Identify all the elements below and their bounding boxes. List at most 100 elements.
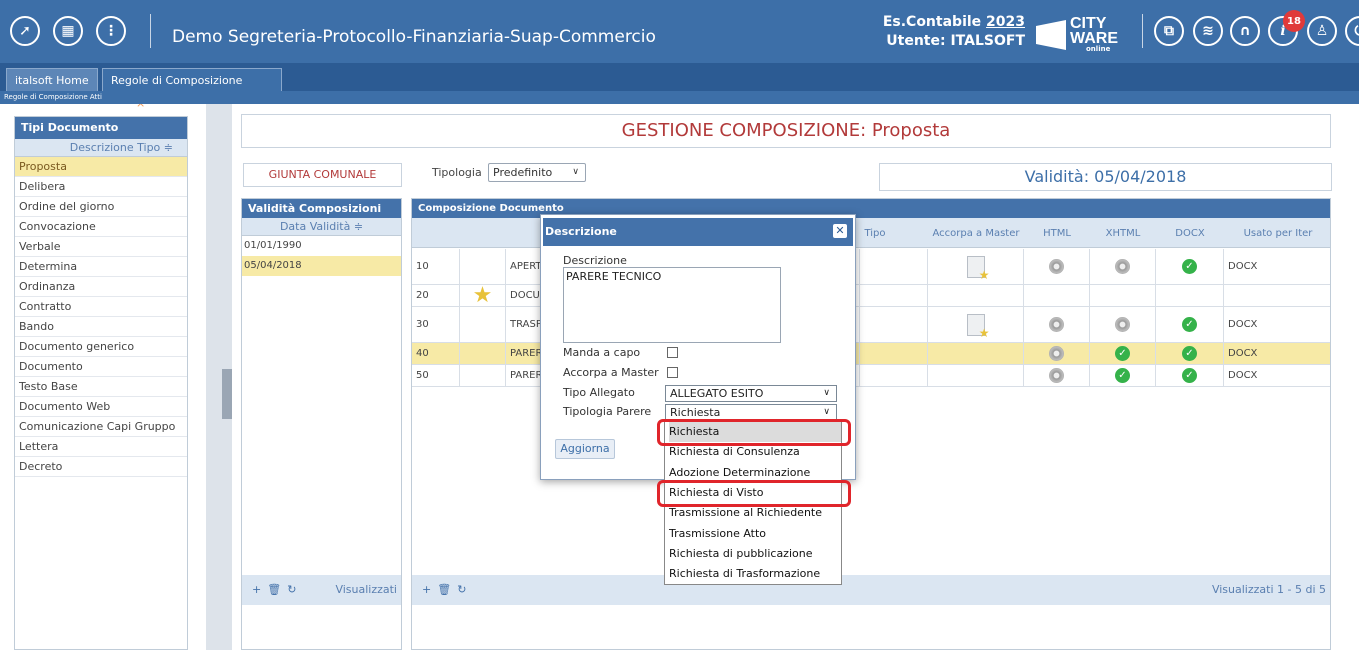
dialog-title-text: Descrizione [545,225,617,238]
column-header-descrizione-tipo[interactable]: Descrizione Tipo ≑ [15,139,187,157]
tipo-documento-item[interactable]: Documento Web [15,397,187,417]
cell-icon [460,307,506,342]
aggiorna-button[interactable]: Aggiorna [555,439,615,459]
tipologia-select[interactable]: Predefinito ∨ [488,163,586,182]
tipo-documento-item[interactable]: Comunicazione Capi Gruppo [15,417,187,437]
xhtml-check-icon[interactable]: ✓ [1115,368,1130,383]
add-icon[interactable]: + [422,583,437,596]
add-icon[interactable]: + [252,583,267,596]
descrizione-textarea[interactable]: PARERE TECNICO [563,267,781,343]
chevron-down-icon: ∨ [823,407,830,417]
docx-check-icon[interactable]: ✓ [1182,346,1197,361]
rocket-icon[interactable]: ➚ [10,16,40,46]
cell-usato-per-iter: DOCX [1228,319,1258,330]
page-title: GESTIONE COMPOSIZIONE: Proposta [241,114,1331,148]
trash-icon[interactable]: 🗑 [437,583,457,596]
cell-accorpa [928,249,1024,284]
refresh-icon[interactable]: ↻ [287,583,302,596]
notification-badge: 18 [1283,10,1305,32]
panel-splitter[interactable] [206,104,232,650]
dropdown-option[interactable]: Richiesta di Trasformazione [669,564,841,584]
tipo-documento-item[interactable]: Proposta [15,157,187,177]
accorpa-master-checkbox[interactable] [667,367,678,378]
html-disabled-icon[interactable] [1049,346,1064,361]
tipo-documento-item[interactable]: Contratto [15,297,187,317]
tipo-documento-item[interactable]: Lettera [15,437,187,457]
close-icon[interactable]: ✕ [833,224,847,238]
trash-icon[interactable]: 🗑 [267,583,287,596]
xhtml-disabled-icon[interactable] [1115,317,1130,332]
dropdown-option[interactable]: Richiesta di pubblicazione [669,544,841,564]
tipo-documento-item[interactable]: Documento generico [15,337,187,357]
docx-check-icon[interactable]: ✓ [1182,368,1197,383]
tipo-allegato-select[interactable]: ALLEGATO ESITO ∨ [665,385,837,402]
tipo-documento-item[interactable]: Bando [15,317,187,337]
html-disabled-icon[interactable] [1049,317,1064,332]
collapse-handle[interactable] [222,369,232,419]
star-icon: ★ [472,283,493,308]
column-header-xhtml[interactable]: XHTML [1090,218,1156,248]
tipologia-parere-value: Richiesta [670,406,721,419]
xhtml-disabled-icon[interactable] [1115,259,1130,274]
document-icon[interactable] [966,313,990,340]
logo-mark [1036,20,1066,50]
validita-row[interactable]: 01/01/1990 [242,236,401,256]
cell-seq: 10 [412,249,460,284]
tipo-documento-item[interactable]: Convocazione [15,217,187,237]
cell-docx: ✓ [1156,307,1224,342]
footer-count: Visualizzati [335,583,397,596]
cell-accorpa [928,285,1024,306]
tipo-documento-item[interactable]: Documento [15,357,187,377]
tipo-documento-item[interactable]: Ordine del giorno [15,197,187,217]
descrizione-label: Descrizione [563,254,627,267]
tipologia-value: Predefinito [493,166,553,179]
es-contabile-label: Es.Contabile [882,14,982,30]
top-bar: ➚ ▦ ⋮ Demo Segreteria-Protocollo-Finanzi… [0,0,1359,63]
html-disabled-icon[interactable] [1049,368,1064,383]
manda-a-capo-checkbox[interactable] [667,347,678,358]
docx-check-icon[interactable]: ✓ [1182,317,1197,332]
user-icon[interactable]: ♙ [1307,16,1337,46]
tipo-documento-item[interactable]: Ordinanza [15,277,187,297]
tipo-documento-item[interactable]: Determina [15,257,187,277]
app-title: Demo Segreteria-Protocollo-Finanziaria-S… [172,27,656,47]
docx-check-icon[interactable]: ✓ [1182,259,1197,274]
red-highlight-box [657,419,851,446]
es-contabile-year[interactable]: 2023 [986,14,1025,30]
cell-tipo [860,365,928,386]
column-header-data-validita[interactable]: Data Validità ≑ [242,218,401,236]
chevron-down-icon: ∨ [572,167,579,177]
column-header-docx[interactable]: DOCX [1156,218,1224,248]
power-icon[interactable]: ⏻ [1345,16,1359,46]
cell-xhtml [1090,307,1156,342]
xhtml-check-icon[interactable]: ✓ [1115,346,1130,361]
document-icon[interactable] [966,255,990,282]
apps-grid-icon[interactable]: ▦ [53,16,83,46]
cell-accorpa [928,365,1024,386]
tipo-documento-item[interactable]: Verbale [15,237,187,257]
cell-tipo [860,307,928,342]
tab-regole-composizione[interactable]: Regole di Composizione Atti× [102,68,282,110]
tab-italsoft-home[interactable]: italsoft Home [6,68,98,91]
column-header-tipo[interactable]: Tipo [860,218,890,248]
refresh-icon[interactable]: ↻ [457,583,472,596]
stack-icon[interactable]: ≋ [1193,16,1223,46]
validita-display: Validità: 05/04/2018 [879,163,1332,191]
column-header-usato[interactable]: Usato per Iter [1224,218,1332,248]
windows-icon[interactable]: ⧉ [1154,16,1184,46]
tipologia-parere-label: Tipologia Parere [563,405,652,418]
html-disabled-icon[interactable] [1049,259,1064,274]
column-header-accorpa[interactable]: Accorpa a Master [928,218,1024,248]
dropdown-option[interactable]: Trasmissione Atto [669,524,841,544]
tipo-documento-item[interactable]: Testo Base [15,377,187,397]
more-vertical-icon[interactable]: ⋮ [96,16,126,46]
tipo-documento-item[interactable]: Delibera [15,177,187,197]
cell-icon: ★ [460,283,506,308]
validita-row-selected[interactable]: 05/04/2018 [242,256,401,276]
cell-html [1024,285,1090,306]
tipo-documento-item[interactable]: Decreto [15,457,187,477]
headset-icon[interactable]: ∩ [1230,16,1260,46]
column-header-html[interactable]: HTML [1024,218,1090,248]
tipo-allegato-value: ALLEGATO ESITO [670,387,764,400]
toolbar-divider [1142,14,1143,48]
